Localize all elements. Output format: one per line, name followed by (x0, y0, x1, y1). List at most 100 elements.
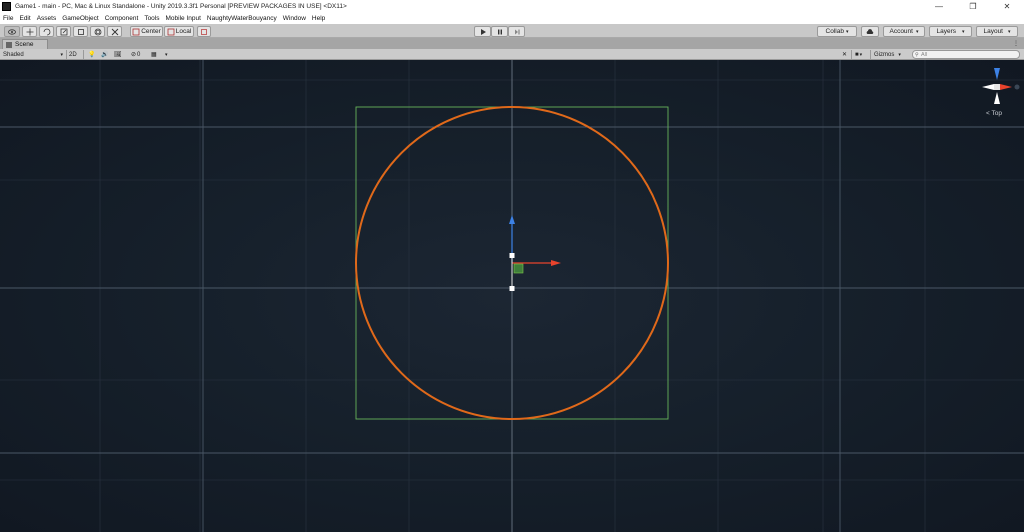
pivot-icon (132, 28, 140, 35)
divider (870, 50, 871, 59)
pause-button[interactable] (491, 26, 508, 37)
menu-edit[interactable]: Edit (19, 15, 30, 22)
transform-gizmo[interactable] (509, 215, 561, 291)
chevron-down-icon: ▾ (60, 51, 63, 58)
menu-bar: File Edit Assets GameObject Component To… (0, 12, 1024, 24)
tab-scene[interactable]: Scene (2, 39, 48, 49)
gizmos-label: Gizmos (874, 51, 895, 58)
scene-search-input[interactable]: ⚲ All (912, 50, 1020, 59)
close-button[interactable]: ✕ (990, 0, 1024, 12)
gizmo-center-cube[interactable] (994, 84, 1000, 90)
back-arrow-icon: < (986, 110, 990, 117)
hand-tool-button[interactable] (4, 26, 20, 37)
menu-tools[interactable]: Tools (144, 15, 159, 22)
local-space-icon (167, 28, 175, 35)
xz-plane-handle[interactable] (513, 263, 524, 274)
tools-toggle[interactable]: ✕ (842, 50, 847, 59)
account-dropdown[interactable]: Account ▾ (883, 26, 925, 37)
pivot-center-button[interactable]: Center (130, 26, 163, 37)
rect-tool-button[interactable] (73, 26, 88, 37)
tab-bar: Scene ⋮ (0, 38, 1024, 49)
chevron-down-icon: ▾ (898, 51, 901, 58)
collab-button[interactable]: Collab ▾ (817, 26, 857, 37)
snap-button[interactable] (197, 26, 211, 37)
shading-mode-label: Shaded (3, 51, 24, 58)
step-button[interactable] (508, 26, 525, 37)
grid-toggle[interactable]: ▦ (151, 50, 157, 59)
grid-icon: ▦ (151, 52, 157, 58)
collab-label: Collab (825, 28, 844, 35)
shading-mode-dropdown[interactable]: Shaded ▾ (3, 50, 63, 59)
layout-dropdown[interactable]: Layout ▾ (976, 26, 1018, 37)
scene-viewport[interactable]: < Top (0, 60, 1024, 532)
scale-handle-bottom[interactable] (509, 286, 515, 291)
chevron-down-icon: ▾ (1008, 28, 1011, 35)
pause-icon (497, 29, 502, 34)
menu-mobile-input[interactable]: Mobile Input (166, 15, 201, 22)
camera-dropdown[interactable]: ■ ▾ (855, 50, 862, 59)
unity-logo-icon (2, 1, 11, 11)
layers-dropdown[interactable]: Layers ▾ (929, 26, 972, 37)
snap-icon (201, 28, 207, 35)
chevron-down-icon: ▾ (845, 28, 849, 35)
layers-label: Layers (936, 28, 956, 35)
transform-tool-button[interactable] (90, 26, 105, 37)
y-axis-dot[interactable] (1014, 84, 1020, 90)
move-icon (26, 28, 33, 35)
view-orientation-label[interactable]: < Top (986, 110, 1002, 117)
negative-x-cone-icon[interactable] (982, 84, 994, 90)
hidden-objects-toggle[interactable]: ⊘ 0 (131, 50, 140, 59)
speaker-icon: 🔊 (101, 52, 109, 58)
rotate-tool-button[interactable] (39, 26, 54, 37)
lighting-toggle[interactable]: 💡 (88, 50, 95, 59)
scene-tab-label: Scene (15, 41, 34, 48)
cloud-button[interactable] (861, 26, 879, 37)
chevron-down-icon: ▾ (165, 51, 168, 58)
hand-icon (8, 28, 16, 35)
scale-tool-button[interactable] (56, 26, 71, 37)
custom-tool-icon (111, 28, 118, 35)
major-grid-lines (0, 60, 1024, 532)
pivot-label: Center (141, 28, 161, 35)
search-icon: ⚲ (915, 51, 919, 58)
mode-2d-toggle[interactable]: 2D (69, 50, 77, 59)
menu-naughty-water-bouyancy[interactable]: NaughtyWaterBouyancy (207, 15, 277, 22)
gizmos-dropdown[interactable]: Gizmos ▾ (874, 50, 901, 59)
space-local-button[interactable]: Local (164, 26, 194, 37)
maximize-button[interactable]: ❐ (956, 0, 990, 12)
rect-icon (77, 28, 84, 35)
negative-z-cone-icon[interactable] (994, 92, 1000, 104)
divider (83, 50, 84, 59)
layout-label: Layout (983, 28, 1003, 35)
view-name: Top (991, 110, 1002, 117)
effects-dropdown[interactable]: 🖼 (114, 50, 122, 59)
menu-help[interactable]: Help (312, 15, 325, 22)
menu-assets[interactable]: Assets (37, 15, 57, 22)
menu-gameobject[interactable]: GameObject (62, 15, 99, 22)
menu-file[interactable]: File (3, 15, 13, 22)
scale-handle-top[interactable] (509, 253, 515, 258)
x-axis-cone-icon[interactable] (1000, 84, 1012, 90)
title-bar: Game1 - main - PC, Mac & Linux Standalon… (0, 0, 1024, 12)
mode-2d-label: 2D (69, 51, 77, 58)
play-button[interactable] (474, 26, 491, 37)
minimize-button[interactable]: — (922, 0, 956, 12)
menu-component[interactable]: Component (105, 15, 139, 22)
x-axis-arrow-icon[interactable] (551, 260, 561, 266)
divider (66, 50, 67, 59)
orientation-gizmo[interactable] (982, 68, 1020, 104)
menu-window[interactable]: Window (283, 15, 306, 22)
main-toolbar: Center Local Collab ▾ Account ▾ Layers ▾… (0, 24, 1024, 38)
scene-toolbar: Shaded ▾ 2D 💡 🔊 🖼 ⊘ 0 ▦ ▾ ✕ ■ ▾ Gizmos ▾… (0, 49, 1024, 60)
z-axis-cone-icon[interactable] (994, 68, 1000, 80)
audio-toggle[interactable]: 🔊 (101, 50, 108, 59)
chevron-down-icon: ▾ (915, 28, 919, 35)
z-axis-arrow-icon[interactable] (509, 215, 515, 224)
move-tool-button[interactable] (22, 26, 37, 37)
account-label: Account (889, 28, 913, 35)
custom-tool-button[interactable] (107, 26, 122, 37)
chevron-down-icon: ▾ (859, 51, 863, 58)
scene-icon (6, 41, 12, 48)
tab-menu-icon[interactable]: ⋮ (1013, 40, 1019, 47)
grid-dropdown[interactable]: ▾ (165, 50, 168, 59)
